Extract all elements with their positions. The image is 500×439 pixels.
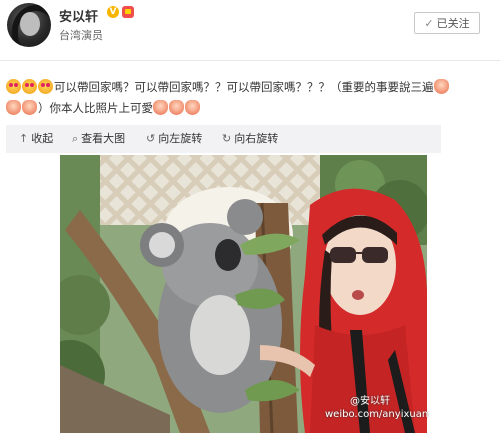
rotate-right-label: 向右旋转 [234, 132, 279, 145]
rotate-left-icon: ↺ [146, 132, 156, 145]
crying-emoji-icon [185, 100, 200, 115]
collapse-label: 收起 [31, 132, 54, 145]
image-toolbar: ↑ 收起 ⌕ 查看大图 ↺ 向左旋转 ↻ 向右旋转 [6, 125, 441, 153]
view-large-button[interactable]: ⌕ 查看大图 [72, 125, 125, 153]
heart-eyes-emoji-icon [6, 79, 21, 94]
post-text: 可以帶回家嗎？可以帶回家嗎？？可以帶回家嗎？？？（重要的事要說三遍 ）你本人比照… [6, 77, 494, 119]
avatar-face [20, 12, 40, 36]
arrow-up-icon: ↑ [19, 132, 29, 145]
check-icon: ✓ [424, 17, 434, 30]
post-photo[interactable] [60, 155, 427, 433]
avatar[interactable] [7, 3, 51, 47]
crying-emoji-icon [6, 100, 21, 115]
watermark-handle: @安以轩 [350, 396, 390, 407]
verified-v-icon: V [107, 6, 119, 18]
crying-emoji-icon [433, 79, 449, 94]
search-icon: ⌕ [72, 132, 79, 145]
rotate-left-label: 向左旋转 [158, 132, 203, 145]
watermark-url: weibo.com/anyixuan [325, 409, 429, 420]
rotate-right-icon: ↻ [222, 132, 232, 145]
rotate-right-button[interactable]: ↻ 向右旋转 [222, 125, 278, 153]
heart-eyes-emoji-icon [22, 79, 37, 94]
koala-selfie-photo [60, 155, 427, 433]
header-divider [0, 60, 500, 61]
collapse-button[interactable]: ↑ 收起 [19, 125, 53, 153]
crying-emoji-icon [153, 100, 168, 115]
crying-emoji-icon [169, 100, 184, 115]
user-name[interactable]: 安以轩 [59, 6, 98, 25]
post-text-line2: ）你本人比照片上可愛 [38, 101, 153, 115]
heart-eyes-emoji-icon [38, 79, 53, 94]
post-header: 安以轩 V 台湾演员 ✓ 已关注 [0, 0, 500, 52]
crying-emoji-icon [22, 100, 37, 115]
post-text-line1: 可以帶回家嗎？可以帶回家嗎？？可以帶回家嗎？？？（重要的事要說三遍 [54, 80, 434, 94]
followed-button[interactable]: ✓ 已关注 [414, 12, 480, 34]
vip-crown-icon [122, 6, 134, 18]
view-large-label: 查看大图 [81, 132, 126, 145]
rotate-left-button[interactable]: ↺ 向左旋转 [146, 125, 202, 153]
verification-text: 台湾演员 [59, 29, 103, 42]
followed-label: 已关注 [436, 17, 470, 30]
